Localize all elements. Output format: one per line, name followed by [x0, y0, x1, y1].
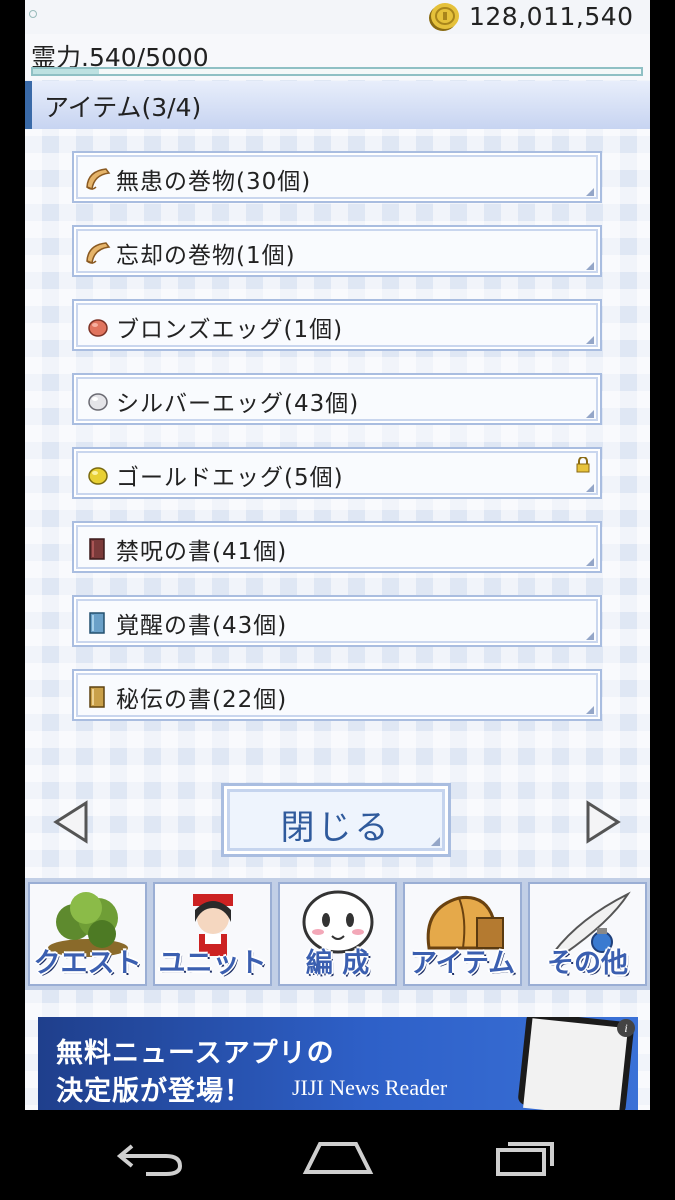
ad-banner[interactable]: 無料ニュースアプリの 決定版が登場！ JIJI News Reader i [38, 1017, 638, 1110]
next-page-arrow-icon[interactable] [585, 800, 621, 844]
item-button-1[interactable]: 忘却の巻物(1個) [72, 225, 602, 277]
item-button-7[interactable]: 秘伝の書(22個) [72, 669, 602, 721]
spirit-gauge [31, 67, 643, 76]
menu-label: その他 [547, 948, 628, 979]
scroll-icon [86, 168, 111, 191]
lock-icon [576, 457, 590, 473]
menu-formation-button[interactable]: 編 成 [278, 882, 397, 986]
item-label: シルバーエッグ(43個) [116, 391, 360, 417]
system-nav-bar [0, 1110, 675, 1200]
section-header: アイテム(3/4) [25, 81, 650, 129]
ad-brand: JIJI News Reader [292, 1075, 448, 1100]
gold-egg-icon [88, 467, 108, 485]
blue-book-icon [89, 612, 105, 634]
item-label: ブロンズエッグ(1個) [116, 317, 344, 343]
item-button-3[interactable]: シルバーエッグ(43個) [72, 373, 602, 425]
item-label: ゴールドエッグ(5個) [116, 465, 344, 491]
ad-subheadline: 決定版が登場！ [56, 1076, 252, 1107]
item-label: 禁呪の書(41個) [116, 539, 288, 565]
item-button-0[interactable]: 無患の巻物(30個) [72, 151, 602, 203]
status-bar: 128,011,540銭 [25, 0, 650, 65]
menu-label: ユニット [158, 948, 267, 979]
spirit-gauge-fill [33, 69, 99, 74]
page-title: アイテム(3/4) [44, 93, 202, 122]
prev-page-arrow-icon[interactable] [53, 800, 89, 844]
item-button-5[interactable]: 禁呪の書(41個) [72, 521, 602, 573]
item-button-2[interactable]: ブロンズエッグ(1個) [72, 299, 602, 351]
item-button-4[interactable]: ゴールドエッグ(5個) [72, 447, 602, 499]
home-icon[interactable] [300, 1138, 376, 1178]
scroll-icon [86, 242, 111, 265]
menu-unit-button[interactable]: ユニット [153, 882, 272, 986]
item-label: 無患の巻物(30個) [116, 169, 312, 195]
item-button-6[interactable]: 覚醒の書(43個) [72, 595, 602, 647]
game-screen: 128,011,540銭 霊力.540/5000 アイテム(3/4) 無患の巻物… [25, 0, 650, 1110]
back-icon[interactable] [116, 1138, 186, 1178]
coin-icon [429, 3, 459, 31]
gold-book-icon [89, 686, 105, 708]
menu-label: アイテム [409, 948, 516, 979]
red-book-icon [89, 538, 105, 560]
menu-quest-button[interactable]: クエスト [28, 882, 147, 986]
menu-item-button[interactable]: アイテム [403, 882, 522, 986]
menu-label: 編 成 [305, 948, 370, 979]
ad-phone-screen [523, 1018, 628, 1110]
ad-info-icon[interactable]: i [617, 1019, 635, 1037]
menu-other-button[interactable]: その他 [528, 882, 647, 986]
item-label: 秘伝の書(22個) [116, 687, 288, 713]
recents-icon[interactable] [494, 1138, 558, 1178]
close-button-label: 閉じる [280, 808, 392, 848]
bottom-menu: クエスト ユニット 編 成 アイテム その他 [25, 878, 650, 990]
close-button[interactable]: 閉じる [221, 783, 451, 857]
silver-egg-icon [88, 393, 108, 411]
bronze-egg-icon [88, 319, 108, 337]
status-dot [29, 10, 37, 18]
item-label: 覚醒の書(43個) [116, 613, 288, 639]
menu-label: クエスト [33, 948, 142, 979]
ad-headline: 無料ニュースアプリの [56, 1038, 335, 1069]
item-label: 忘却の巻物(1個) [116, 243, 296, 269]
